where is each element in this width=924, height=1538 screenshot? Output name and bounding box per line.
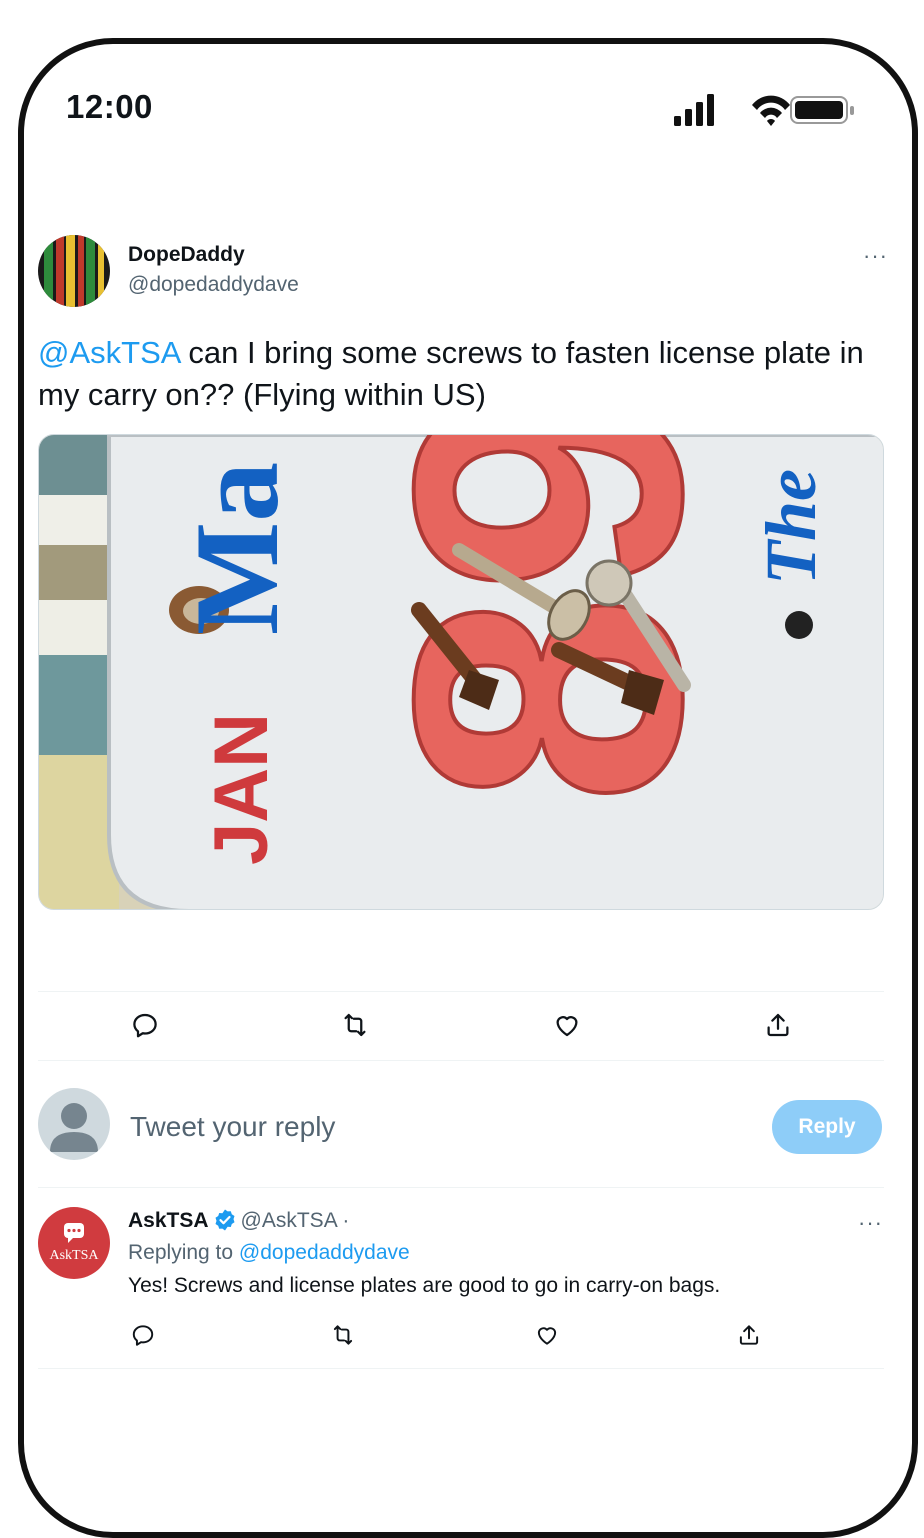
more-options-button[interactable]: ···	[863, 243, 888, 269]
like-icon[interactable]	[552, 1010, 582, 1040]
share-icon[interactable]	[763, 1010, 793, 1040]
reply-icon[interactable]	[130, 1322, 156, 1348]
reply-icon[interactable]	[130, 1010, 160, 1040]
verified-badge-icon	[215, 1209, 235, 1231]
reply-button[interactable]: Reply	[772, 1100, 882, 1154]
retweet-icon[interactable]	[340, 1010, 370, 1040]
mention-link[interactable]: @AskTSA	[38, 335, 180, 370]
divider	[38, 991, 884, 992]
plate-state-text: Ma	[170, 462, 303, 635]
avatar-image	[38, 235, 110, 307]
reply-author-line: AskTSA @AskTSA ·	[128, 1208, 349, 1233]
like-icon[interactable]	[534, 1322, 560, 1348]
retweet-icon[interactable]	[330, 1322, 356, 1348]
divider	[38, 1060, 884, 1061]
plate-motto-text: The	[751, 469, 831, 585]
tweet-header: DopeDaddy @dopedaddydave ···	[38, 235, 888, 310]
asktsa-avatar[interactable]: AskTSA	[38, 1207, 110, 1279]
reply-author-handle[interactable]: @AskTSA ·	[241, 1209, 350, 1232]
status-time: 12:00	[66, 88, 153, 125]
avatar[interactable]	[38, 235, 110, 307]
reply-text: Yes! Screws and license plates are good …	[128, 1274, 721, 1297]
cellular-signal-icon	[674, 94, 714, 126]
reply-more-options-button[interactable]: ···	[858, 1210, 883, 1236]
wifi-icon	[752, 95, 790, 126]
replying-to-line: Replying to @dopedaddydave	[128, 1241, 410, 1265]
media-image: JAN Ma The 89	[39, 435, 883, 909]
status-bar: 12:00	[0, 0, 924, 150]
tweet-media[interactable]: JAN Ma The 89	[38, 434, 884, 910]
share-icon[interactable]	[736, 1322, 762, 1348]
tweet-text: @AskTSA can I bring some screws to faste…	[38, 332, 868, 416]
user-avatar[interactable]	[38, 1088, 110, 1160]
author-name[interactable]: DopeDaddy	[128, 243, 245, 267]
reply-input[interactable]	[130, 1105, 730, 1149]
chat-bubble-icon	[64, 1223, 84, 1243]
replying-to-handle[interactable]: @dopedaddydave	[239, 1241, 410, 1264]
divider	[38, 1187, 884, 1188]
default-profile-icon	[50, 1103, 98, 1152]
battery-icon	[790, 96, 854, 124]
avatar-label: AskTSA	[49, 1248, 99, 1263]
replying-to-label: Replying to	[128, 1241, 239, 1264]
status-icons	[674, 94, 854, 126]
divider	[38, 1368, 884, 1369]
reply-author-name[interactable]: AskTSA	[128, 1209, 209, 1232]
plate-month-text: JAN	[199, 713, 284, 865]
author-handle[interactable]: @dopedaddydave	[128, 273, 299, 297]
